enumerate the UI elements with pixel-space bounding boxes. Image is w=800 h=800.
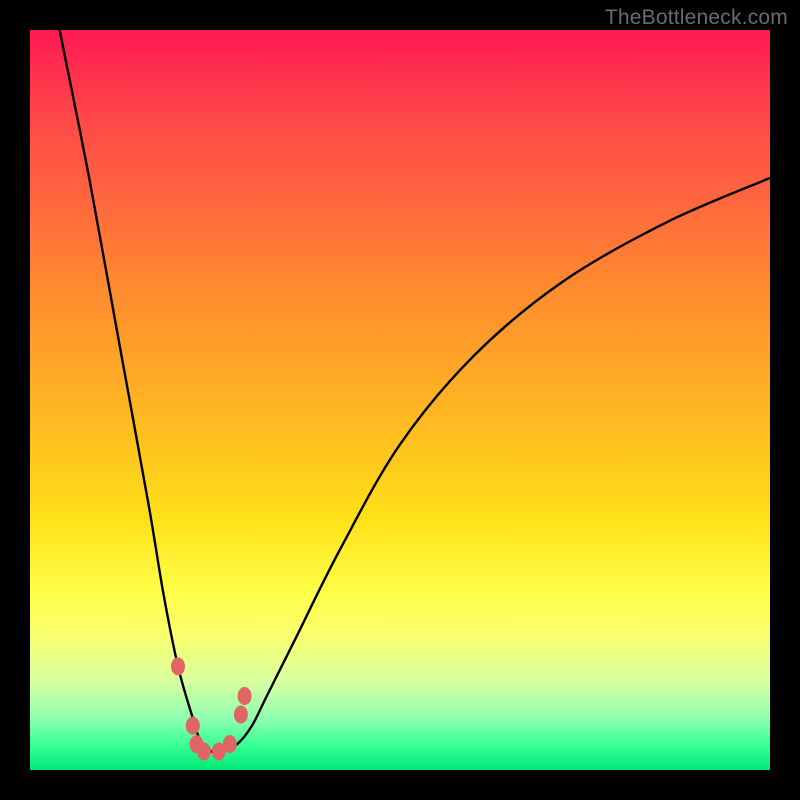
bottleneck-curve-svg — [30, 30, 770, 770]
data-point — [223, 735, 237, 753]
curve-data-points — [171, 657, 252, 760]
data-point — [186, 717, 200, 735]
data-point — [197, 743, 211, 761]
data-point — [234, 706, 248, 724]
data-point — [171, 657, 185, 675]
chart-plot-area — [30, 30, 770, 770]
bottleneck-curve-path — [60, 30, 770, 753]
data-point — [238, 687, 252, 705]
watermark-text: TheBottleneck.com — [605, 6, 788, 30]
